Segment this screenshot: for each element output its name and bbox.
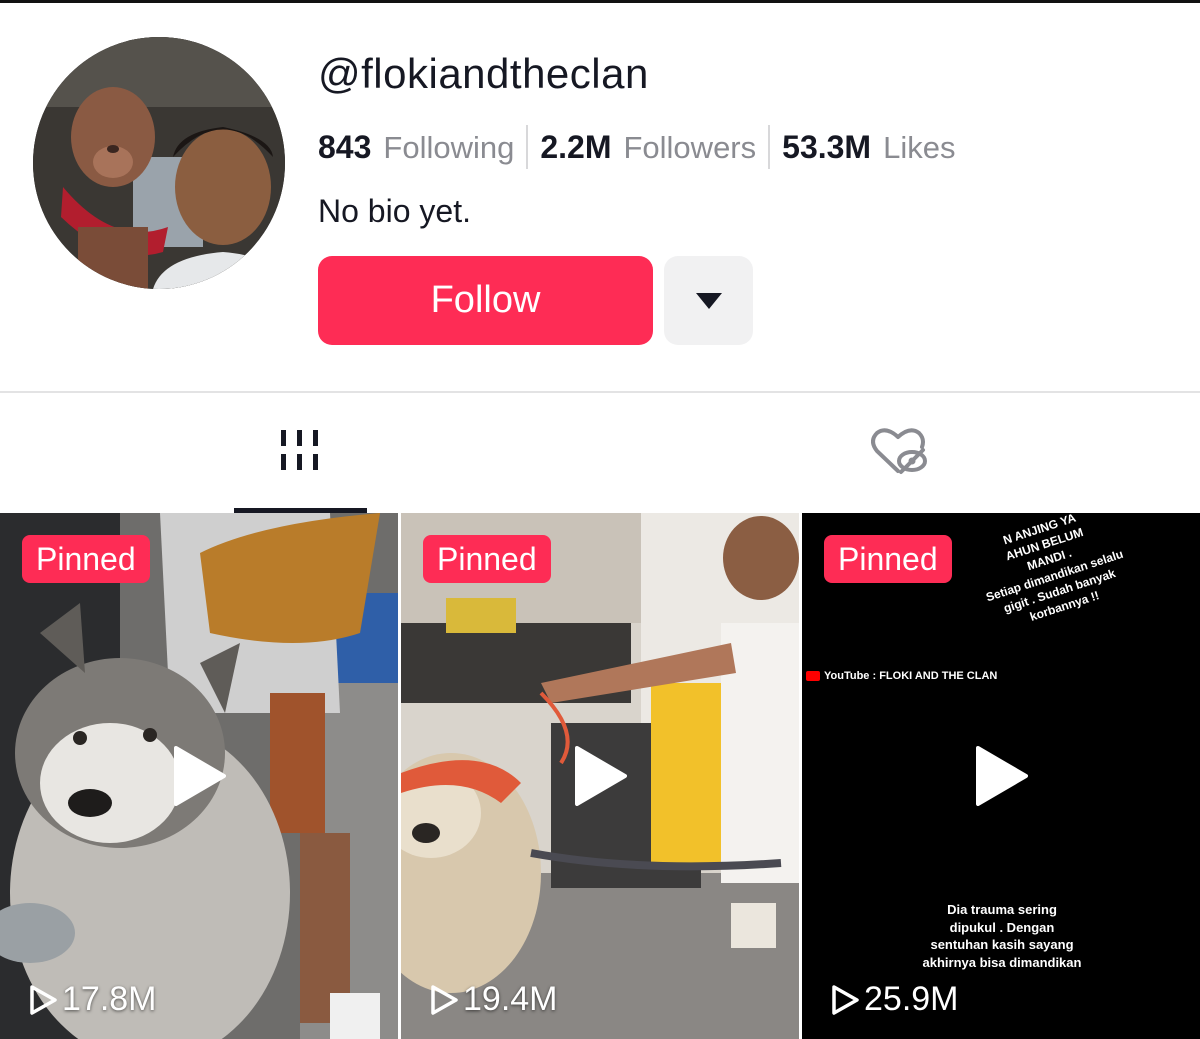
- play-outline-icon: [30, 984, 57, 1015]
- profile-stats: 843 Following 2.2M Followers 53.3M Likes: [318, 124, 955, 170]
- tab-videos[interactable]: [0, 393, 600, 511]
- more-options-button[interactable]: [664, 256, 753, 345]
- play-outline-icon: [431, 984, 458, 1015]
- followers-label: Followers: [623, 129, 757, 165]
- top-edge: [0, 0, 1200, 3]
- view-count-text: 25.9M: [864, 980, 959, 1018]
- view-count-text: 19.4M: [463, 980, 558, 1018]
- view-count: 17.8M: [28, 980, 157, 1019]
- likes-label: Likes: [883, 129, 956, 165]
- pinned-badge: Pinned: [22, 535, 150, 583]
- video-tile-2[interactable]: Pinned 19.4M: [401, 513, 799, 1039]
- video-grid: Pinned 17.8M Pinned 19.4M N ANJING YA AH…: [0, 513, 1200, 1039]
- heart-hidden-icon: [871, 428, 927, 474]
- stat-divider: [526, 125, 529, 169]
- username: @flokiandtheclan: [318, 50, 649, 97]
- view-count-text: 17.8M: [62, 980, 157, 1018]
- pinned-badge: Pinned: [423, 535, 551, 583]
- play-outline-icon: [832, 984, 859, 1015]
- view-count: 25.9M: [830, 980, 959, 1019]
- tab-liked[interactable]: [600, 393, 1200, 511]
- followers-count: 2.2M: [540, 128, 612, 165]
- stat-likes: 53.3M Likes: [782, 129, 955, 166]
- play-icon: [976, 746, 1028, 806]
- grid-icon: [281, 430, 318, 470]
- pinned-badge: Pinned: [824, 535, 952, 583]
- play-icon: [575, 746, 627, 806]
- stat-following[interactable]: 843 Following: [318, 129, 514, 166]
- stat-followers[interactable]: 2.2M Followers: [540, 129, 756, 166]
- youtube-icon: [806, 671, 820, 682]
- caret-down-icon: [695, 292, 722, 309]
- video-tile-3[interactable]: N ANJING YA AHUN BELUM MANDI . Setiap di…: [802, 513, 1200, 1039]
- avatar[interactable]: [33, 37, 285, 289]
- follow-button[interactable]: Follow: [318, 256, 653, 345]
- avatar-photo: [33, 37, 285, 289]
- following-label: Following: [383, 129, 515, 165]
- stat-divider: [768, 125, 771, 169]
- video-overlay-youtube: YouTube : FLOKI AND THE CLAN: [806, 669, 997, 684]
- following-count: 843: [318, 128, 372, 165]
- play-icon: [174, 746, 226, 806]
- view-count: 19.4M: [429, 980, 558, 1019]
- likes-count: 53.3M: [782, 128, 872, 165]
- video-tile-1[interactable]: Pinned 17.8M: [0, 513, 398, 1039]
- bio: No bio yet.: [318, 193, 471, 229]
- video-overlay-bottom: Dia trauma sering dipukul . Dengan sentu…: [922, 902, 1082, 970]
